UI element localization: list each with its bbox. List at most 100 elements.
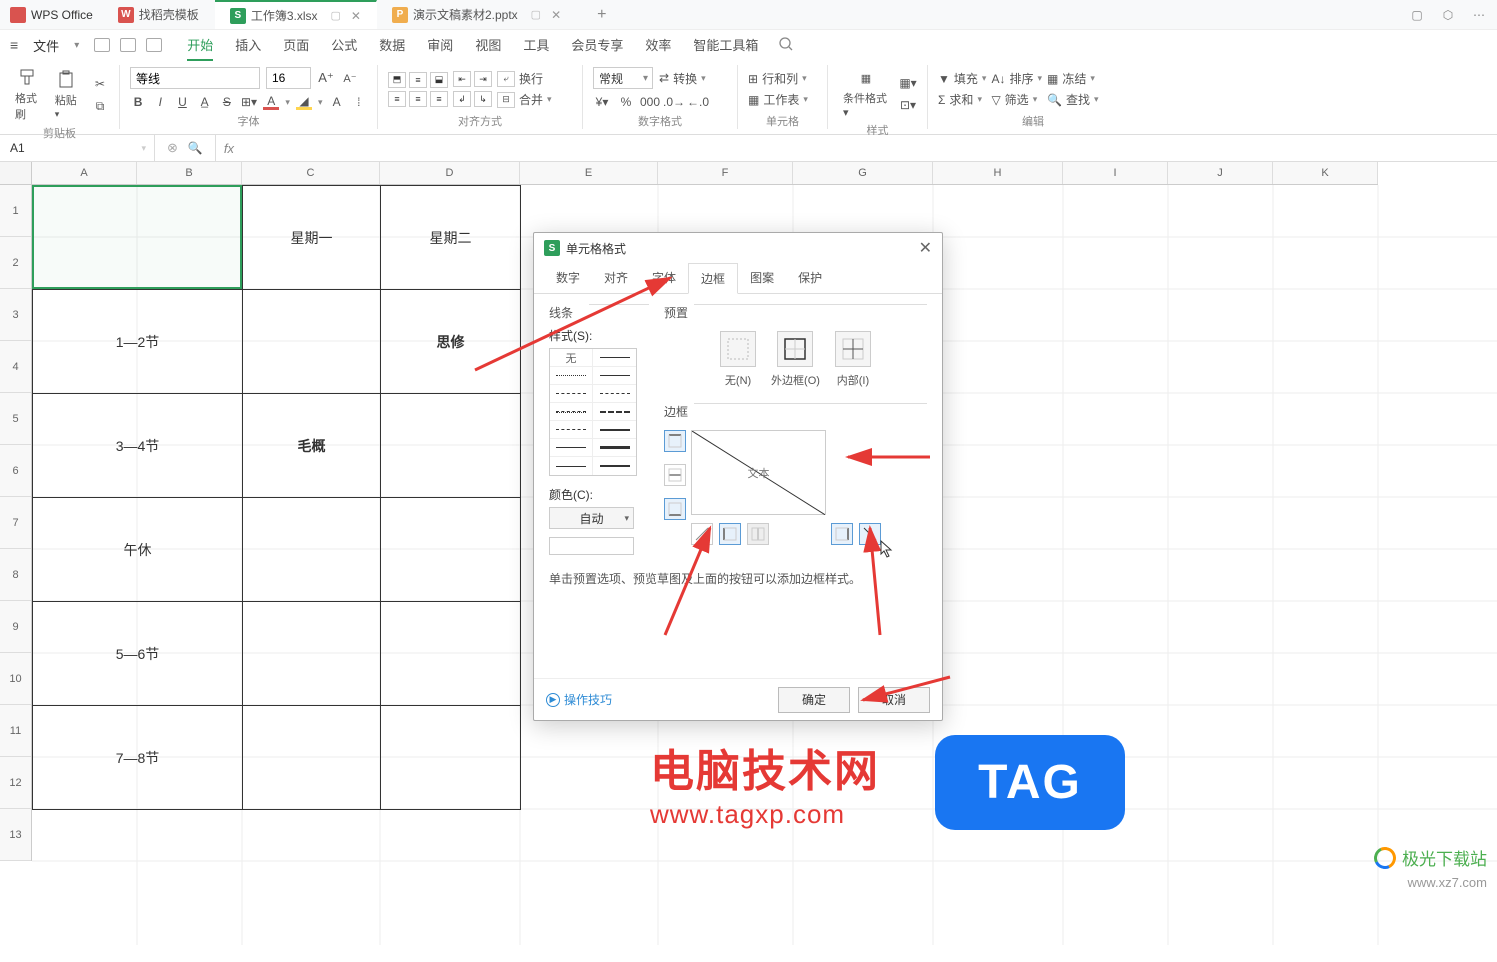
menu-tab-1[interactable]: 插入 <box>235 30 261 61</box>
align-right-icon[interactable]: ≡ <box>430 91 448 107</box>
column-header[interactable]: G <box>793 162 933 184</box>
copy-icon[interactable]: ⧉ <box>91 97 109 115</box>
indent-inc-icon[interactable]: ⇥ <box>474 71 492 87</box>
close-icon[interactable]: ✕ <box>919 238 932 258</box>
row-header[interactable]: 10 <box>0 653 31 705</box>
tab-window-icon[interactable]: ▢ <box>531 8 541 21</box>
border-bottom-button[interactable] <box>664 498 686 520</box>
menu-tab-0[interactable]: 开始 <box>187 30 213 61</box>
increase-font-icon[interactable]: A⁺ <box>317 69 335 87</box>
column-header[interactable]: D <box>380 162 520 184</box>
border-top-button[interactable] <box>664 430 686 452</box>
fx-icon[interactable]: fx <box>216 141 242 156</box>
row-header[interactable]: 13 <box>0 809 31 861</box>
filter-button[interactable]: ▽筛选▾ <box>991 91 1042 108</box>
tab-window-icon[interactable]: ▢ <box>331 9 341 22</box>
formula-input[interactable] <box>242 135 1497 161</box>
close-icon[interactable]: ✕ <box>551 8 561 22</box>
border-vmid-button[interactable] <box>747 523 769 545</box>
row-header[interactable]: 3 <box>0 289 31 341</box>
row-header[interactable]: 2 <box>0 237 31 289</box>
line-style-list[interactable]: 无 <box>549 348 637 476</box>
row-header[interactable]: 11 <box>0 705 31 757</box>
number-format-select[interactable]: 常规 <box>593 67 653 89</box>
dec-decimal-icon[interactable]: ←.0 <box>689 93 707 111</box>
add-tab-button[interactable]: + <box>577 6 626 24</box>
row-header[interactable]: 6 <box>0 445 31 497</box>
cut-icon[interactable]: ✂ <box>91 75 109 93</box>
file-menu[interactable]: 文件 <box>33 36 59 55</box>
hamburger-icon[interactable]: ≡ <box>10 37 18 53</box>
align-left-icon[interactable]: ≡ <box>388 91 406 107</box>
row-header[interactable]: 8 <box>0 549 31 601</box>
align-bot-icon[interactable]: ⬓ <box>430 72 448 88</box>
close-icon[interactable]: ✕ <box>351 9 361 23</box>
phonetic-button[interactable]: ⁞ <box>351 93 367 111</box>
menu-tab-4[interactable]: 数据 <box>379 30 405 61</box>
dialog-tab-1[interactable]: 对齐 <box>592 263 640 293</box>
select-all-corner[interactable] <box>0 162 32 185</box>
dialog-tab-5[interactable]: 保护 <box>786 263 834 293</box>
convert-button[interactable]: ⇄转换▾ <box>659 70 706 87</box>
clear-format-button[interactable]: A <box>329 93 345 111</box>
menu-tab-10[interactable]: 智能工具箱 <box>693 30 758 61</box>
column-header[interactable]: C <box>242 162 380 184</box>
merge-cells-button[interactable]: ⊟合并▾ <box>497 91 552 108</box>
border-hmid-button[interactable] <box>664 464 686 486</box>
search-formula-icon[interactable]: 🔍 <box>188 141 203 155</box>
paste-button[interactable]: 粘贴 ▾ <box>50 67 82 123</box>
sort-button[interactable]: A↓排序▾ <box>991 70 1042 87</box>
tips-link[interactable]: ▶ 操作技巧 <box>546 691 612 708</box>
double-underline-button[interactable]: A̲ <box>197 93 213 111</box>
ltr-icon[interactable]: ↳ <box>474 91 492 107</box>
menu-tab-5[interactable]: 审阅 <box>427 30 453 61</box>
row-header[interactable]: 1 <box>0 185 31 237</box>
column-header[interactable]: B <box>137 162 242 184</box>
column-header[interactable]: K <box>1273 162 1378 184</box>
bold-button[interactable]: B <box>130 93 146 111</box>
qa-save-icon[interactable] <box>94 38 110 52</box>
color-select[interactable]: 自动 <box>549 507 634 529</box>
border-right-button[interactable] <box>831 523 853 545</box>
worksheet-button[interactable]: ▦工作表▾ <box>748 91 808 108</box>
column-header[interactable]: A <box>32 162 137 184</box>
fill-button[interactable]: ▼填充▾ <box>938 70 986 87</box>
indent-dec-icon[interactable]: ⇤ <box>453 71 471 87</box>
rowcol-button[interactable]: ⊞行和列▾ <box>748 70 808 87</box>
row-header[interactable]: 9 <box>0 601 31 653</box>
menu-tab-8[interactable]: 会员专享 <box>571 30 623 61</box>
border-diag-up-button[interactable] <box>691 523 713 545</box>
wrap-text-button[interactable]: ⤶换行 <box>497 70 552 87</box>
align-mid-icon[interactable]: ≡ <box>409 72 427 88</box>
strike-button[interactable]: S <box>219 93 235 111</box>
font-size-select[interactable] <box>266 67 311 89</box>
ok-button[interactable]: 确定 <box>778 687 850 713</box>
menu-tab-2[interactable]: 页面 <box>283 30 309 61</box>
freeze-button[interactable]: ▦冻结▾ <box>1047 70 1099 87</box>
column-header[interactable]: H <box>933 162 1063 184</box>
row-header[interactable]: 7 <box>0 497 31 549</box>
column-header[interactable]: F <box>658 162 793 184</box>
italic-button[interactable]: I <box>152 93 168 111</box>
qa-undo-icon[interactable] <box>146 38 162 52</box>
row-header[interactable]: 5 <box>0 393 31 445</box>
column-header[interactable]: J <box>1168 162 1273 184</box>
dialog-title-bar[interactable]: S 单元格格式 ✕ <box>534 233 942 263</box>
name-box[interactable]: A1 <box>0 135 155 161</box>
percent-icon[interactable]: % <box>617 93 635 111</box>
borders-button[interactable]: ⊞▾ <box>241 93 257 111</box>
column-header[interactable]: I <box>1063 162 1168 184</box>
dialog-tab-3[interactable]: 边框 <box>688 263 738 294</box>
menu-tab-9[interactable]: 效率 <box>645 30 671 61</box>
find-button[interactable]: 🔍查找▾ <box>1047 91 1099 108</box>
document-tab[interactable]: W找稻壳模板 <box>103 0 215 29</box>
menu-tab-6[interactable]: 视图 <box>475 30 501 61</box>
align-top-icon[interactable]: ⬒ <box>388 72 406 88</box>
document-tab[interactable]: P演示文稿素材2.pptx▢✕ <box>377 0 577 29</box>
border-diag-down-button[interactable] <box>859 523 881 545</box>
underline-button[interactable]: U <box>174 93 190 111</box>
font-color-button[interactable]: A <box>263 95 279 110</box>
preset-none[interactable]: 无(N) <box>720 331 756 388</box>
preset-outer[interactable]: 外边框(O) <box>771 331 820 388</box>
column-header[interactable]: E <box>520 162 658 184</box>
